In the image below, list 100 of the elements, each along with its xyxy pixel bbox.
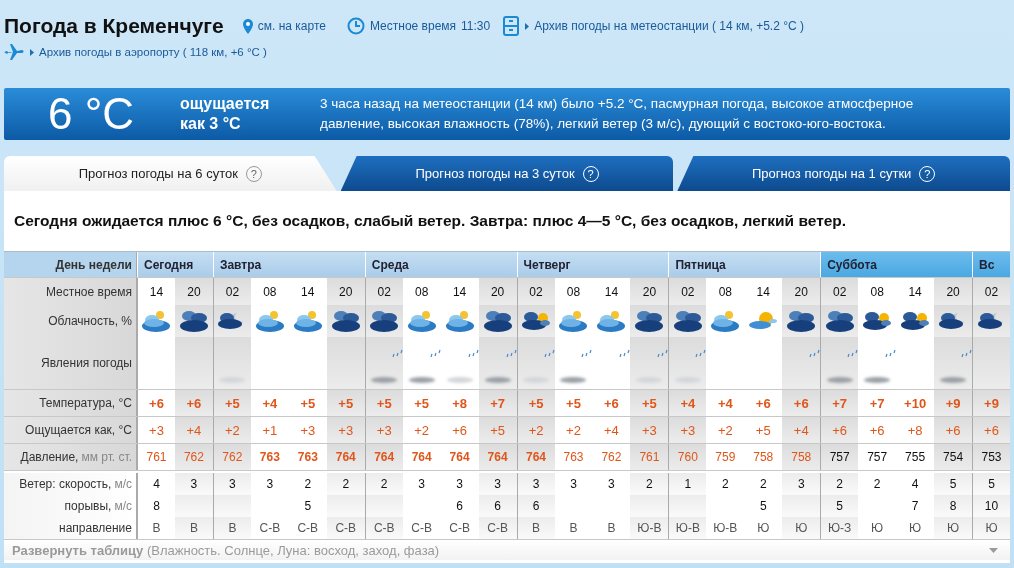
row-label: День недели	[4, 252, 137, 277]
row-label: порывы, м/с	[4, 495, 137, 517]
temperature-cell: +6	[782, 390, 821, 416]
wind-gust-cell: 6	[516, 495, 555, 517]
feels-like-cell: +2	[516, 417, 555, 443]
location-pin-icon	[242, 18, 253, 34]
row-label: Облачность, %	[4, 305, 137, 337]
weather-phenomena-cell	[174, 337, 213, 389]
pressure-cell: 764	[478, 444, 517, 470]
weather-phenomena-cell	[326, 337, 365, 389]
feels-like-cell: +6	[934, 417, 973, 443]
triangle-icon	[30, 48, 34, 56]
wind-gust-cell	[326, 495, 365, 517]
pressure-cell: 764	[516, 444, 555, 470]
time-cell: 02	[364, 278, 403, 305]
day-header: Среда	[364, 252, 517, 277]
feels-like-cell: +2	[212, 417, 251, 443]
wind-speed-cell: 2	[820, 473, 859, 495]
day-header: Пятница	[668, 252, 821, 277]
current-temperature: 6 °C	[46, 89, 136, 139]
time-cell: 20	[174, 278, 213, 305]
clock-icon	[346, 17, 365, 35]
wind-direction-cell: С-В	[326, 517, 365, 539]
wind-speed-cell: 2	[326, 473, 365, 495]
wind-direction-cell: Ю	[934, 517, 973, 539]
day-header: Вс	[972, 252, 1010, 277]
pressure-cell: 762	[174, 444, 213, 470]
row-label: Ощущается как, °С	[4, 417, 137, 443]
pressure-cell: 764	[364, 444, 403, 470]
temperature-cell: +5	[364, 390, 403, 416]
station-archive-link[interactable]: Архив погоды на метеостанции ( 14 км, +5.2 °С )	[534, 19, 804, 33]
local-time: 11:30	[461, 19, 491, 33]
wind-speed-cell: 3	[516, 473, 555, 495]
feels-like-cell: +4	[782, 417, 821, 443]
wind-direction-cell: С-В	[478, 517, 517, 539]
row-label: Ветер: скорость, м/с	[4, 473, 137, 495]
feels-like-cell: +3	[668, 417, 707, 443]
time-cell: 02	[212, 278, 251, 305]
row-label: Давление, мм рт. ст.	[4, 444, 137, 470]
temperature-cell: +5	[516, 390, 555, 416]
wind-direction-cell: Ю-З	[820, 517, 859, 539]
wind-gust-cell	[782, 495, 821, 517]
row-label: направление	[4, 517, 137, 539]
wind-gust-cell	[212, 495, 251, 517]
wind-gust-cell	[174, 495, 213, 517]
wind-speed-cell: 1	[668, 473, 707, 495]
feels-like-cell: +6	[820, 417, 859, 443]
wind-gust-cell: 6	[478, 495, 517, 517]
feels-like-cell: +6	[972, 417, 1010, 443]
temperature-cell: +9	[934, 390, 973, 416]
wind-speed-cell: 3	[174, 473, 213, 495]
feels-like: ощущается как 3 °C	[180, 94, 271, 134]
row-label: Местное время	[4, 278, 137, 305]
day-header: Суббота	[820, 252, 973, 277]
cabinet-icon	[503, 16, 520, 36]
page-title: Погода в Кременчуге	[4, 14, 224, 38]
wind-speed-cell: 5	[972, 473, 1010, 495]
pressure-cell: 761	[630, 444, 669, 470]
map-link[interactable]: см. на карте	[257, 19, 326, 33]
wind-direction-cell: В	[516, 517, 555, 539]
pressure-cell: 760	[668, 444, 707, 470]
time-cell: 02	[972, 278, 1010, 305]
feels-like-cell: +3	[326, 417, 365, 443]
row-label: Явления погоды	[4, 337, 137, 389]
pressure-cell: 754	[934, 444, 973, 470]
forecast-summary: Сегодня ожидается плюс 6 °С, без осадков, слабый ветер. Завтра: плюс 4—5 °С, без осадков, легкий ветер.	[13, 211, 848, 231]
pressure-cell: 764	[326, 444, 365, 470]
temperature-cell: +5	[212, 390, 251, 416]
forecast-tab[interactable]: Прогноз погоды на 3 суток ?	[340, 156, 674, 191]
time-cell: 02	[820, 278, 859, 305]
wind-direction-cell: В	[174, 517, 213, 539]
wind-direction-cell: С-В	[364, 517, 403, 539]
wind-gust-cell	[364, 495, 403, 517]
feels-like-cell: +5	[478, 417, 517, 443]
temperature-cell: +9	[972, 390, 1010, 416]
temperature-cell: +6	[174, 390, 213, 416]
wind-direction-cell: Ю	[782, 517, 821, 539]
temperature-cell: +7	[820, 390, 859, 416]
temperature-cell: +5	[630, 390, 669, 416]
forecast-tab[interactable]: Прогноз погоды на 6 суток ?	[4, 156, 337, 191]
pressure-cell: 757	[820, 444, 859, 470]
time-cell: 20	[934, 278, 973, 305]
day-header: Четверг	[516, 252, 669, 277]
forecast-tab[interactable]: Прогноз погоды на 1 сутки ?	[677, 156, 1010, 191]
time-cell: 20	[630, 278, 669, 305]
wind-speed-cell: 3	[212, 473, 251, 495]
caret-icon	[989, 547, 998, 553]
wind-speed-cell: 2	[364, 473, 403, 495]
triangle-icon	[525, 22, 530, 30]
wind-gust-cell: 10	[972, 495, 1010, 517]
weather-description: 3 часа назад на метеостанции (14 км) было +5.2 °С, пасмурная погода, высокое атмосферное давление, высокая влажность (78%), легкий ветер (3 м/с), дующий с востоко-юго-востока.	[320, 95, 915, 133]
wind-gust-cell	[668, 495, 707, 517]
wind-speed-cell: 3	[782, 473, 821, 495]
wind-speed-cell: 3	[478, 473, 517, 495]
airport-archive-link[interactable]: Архив погоды в аэропорту ( 118 км, +6 °С )	[39, 46, 267, 58]
row-label: Температура, °С	[4, 390, 137, 416]
feels-like-cell: +4	[174, 417, 213, 443]
wind-direction-cell: Ю-В	[630, 517, 669, 539]
temperature-cell: +4	[668, 390, 707, 416]
wind-direction-cell: В	[212, 517, 251, 539]
